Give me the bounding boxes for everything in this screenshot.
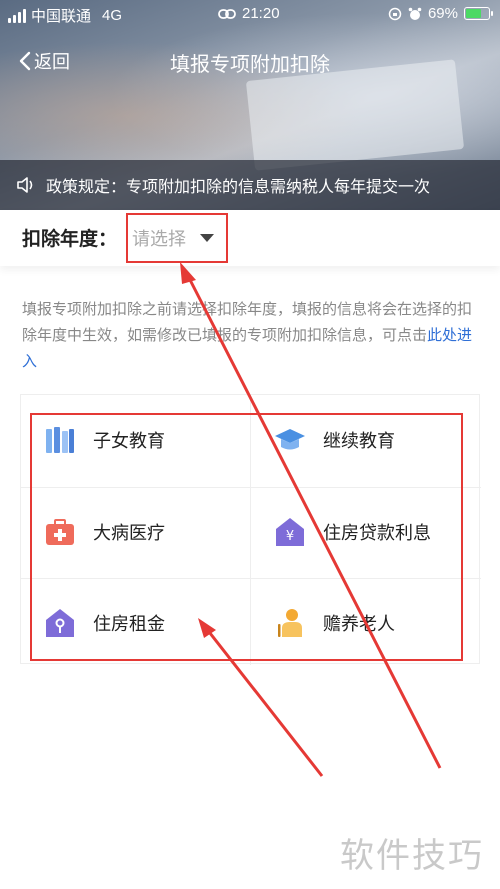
year-label: 扣除年度：: [22, 228, 118, 250]
navigation-bar: 返回 填报专项附加扣除: [0, 40, 500, 84]
house-yuan-icon: ¥: [276, 518, 304, 546]
elderly-icon: [278, 609, 302, 637]
category-continuing-education[interactable]: 继续教育: [251, 395, 481, 485]
time-label: 21:20: [242, 5, 280, 22]
svg-text:¥: ¥: [286, 529, 294, 544]
deduction-year-row: 扣除年度： 请选择: [0, 210, 500, 266]
link-icon: [218, 8, 236, 19]
category-serious-illness[interactable]: 大病医疗: [21, 487, 251, 577]
graduation-cap-icon: [275, 429, 305, 450]
category-housing-loan-interest[interactable]: ¥ 住房贷款利息: [251, 487, 481, 577]
policy-notice: 政策规定：专项附加扣除的信息需纳税人每年提交一次: [0, 160, 500, 210]
year-placeholder: 请选择: [132, 229, 186, 250]
category-label: 住房贷款利息: [323, 523, 431, 544]
header-banner: 中国联通 4G 21:20 69% 返回 填报专项附加扣除 政策规定：专项附加扣…: [0, 0, 500, 210]
house-key-icon: [46, 609, 74, 637]
page-title: 填报专项附加扣除: [170, 52, 330, 76]
battery-percent: 69%: [427, 5, 458, 22]
books-icon: [46, 427, 74, 453]
orientation-lock-icon: [388, 7, 402, 20]
category-housing-rent[interactable]: 住房租金: [21, 578, 251, 668]
caret-down-icon: [200, 234, 214, 242]
category-elderly-support[interactable]: 赡养老人: [251, 578, 481, 668]
watermark: 软件技巧: [340, 836, 484, 876]
category-label: 继续教育: [323, 431, 395, 452]
signal-icon: [8, 8, 26, 23]
category-label: 子女教育: [93, 431, 165, 452]
category-children-education[interactable]: 子女教育: [21, 395, 251, 485]
description-text: 填报专项附加扣除之前请选择扣除年度，填报的信息将会在选择的扣除年度中生效，如需修…: [22, 300, 473, 344]
description: 填报专项附加扣除之前请选择扣除年度，填报的信息将会在选择的扣除年度中生效，如需修…: [22, 296, 478, 374]
network-label: 4G: [102, 7, 123, 24]
battery-icon: [464, 7, 493, 20]
status-bar: 中国联通 4G 21:20 69%: [0, 0, 500, 28]
medical-kit-icon: [46, 519, 74, 545]
category-label: 赡养老人: [323, 614, 395, 635]
alarm-icon: [408, 7, 422, 20]
speaker-icon: [17, 177, 33, 193]
notice-text: 政策规定：专项附加扣除的信息需纳税人每年提交一次: [46, 177, 431, 196]
year-select[interactable]: 请选择: [126, 213, 228, 263]
category-label: 住房租金: [93, 614, 165, 635]
carrier-label: 中国联通: [31, 8, 92, 25]
category-label: 大病医疗: [93, 523, 165, 544]
category-grid: 子女教育 继续教育 大病医疗 ¥ 住房贷款利息 住房租金 赡养老人: [20, 394, 481, 665]
